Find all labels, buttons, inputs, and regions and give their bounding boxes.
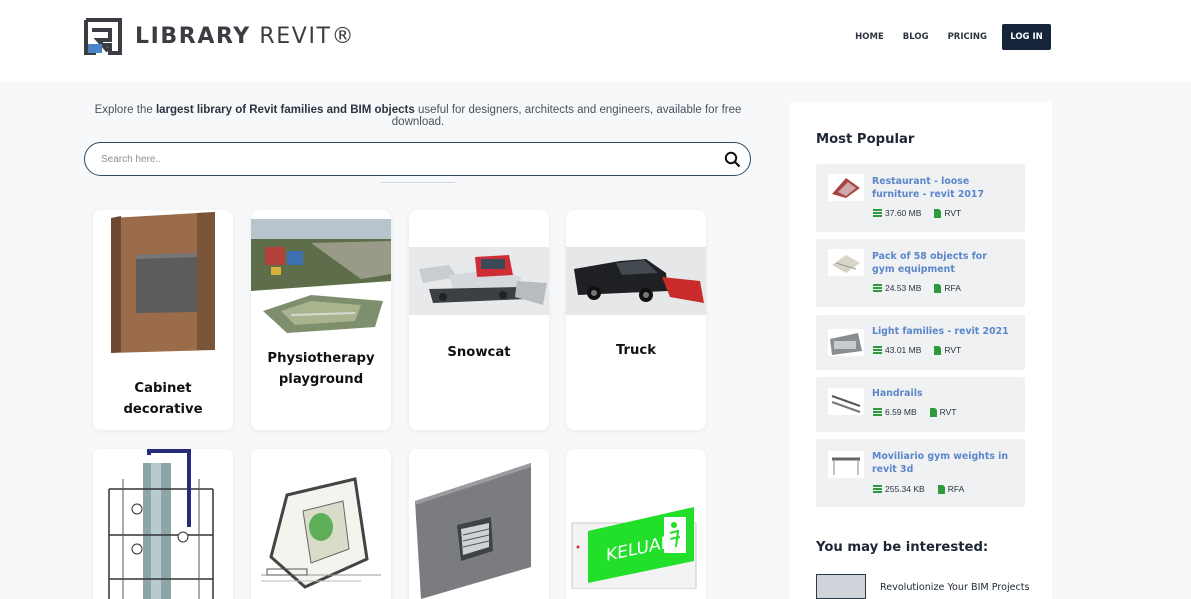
popular-item[interactable]: Moviliario gym weights in revit 3d 255.3…	[816, 439, 1025, 507]
card-title: Cabinet decorative	[123, 381, 203, 417]
most-popular-heading: Most Popular	[816, 132, 915, 147]
nav-blog-link[interactable]: BLOG	[903, 32, 929, 42]
popular-item-title[interactable]: Handrails	[872, 388, 1012, 401]
file-icon	[937, 484, 945, 494]
file-type: RFA	[944, 283, 961, 293]
file-type: RVT	[944, 345, 962, 355]
file-size: 37.60 MB	[885, 208, 922, 218]
site-header: LIBRARY REVIT® HOME BLOG PRICING LOG IN	[0, 0, 1191, 82]
main-nav: HOME BLOG PRICING LOG IN	[836, 24, 1051, 50]
search-icon[interactable]	[724, 151, 741, 168]
search-divider	[380, 182, 455, 183]
product-card-site-plan[interactable]	[251, 449, 391, 599]
product-card-ventilation-grille[interactable]	[409, 449, 549, 599]
product-card-cabinet-decorative[interactable]: Cabinet decorative	[93, 210, 233, 430]
intro-text: Explore the largest library of Revit fam…	[94, 104, 742, 128]
popular-item-meta: 255.34 KB RFA	[873, 484, 964, 494]
file-type: RVT	[944, 208, 962, 218]
card-title: Truck	[615, 343, 657, 358]
interest-thumbnail[interactable]	[816, 574, 866, 599]
popular-item[interactable]: Handrails 6.59 MB RVT	[816, 377, 1025, 432]
file-icon	[929, 407, 937, 417]
file-type: RFA	[947, 484, 965, 494]
file-icon	[934, 283, 942, 293]
file-size: 43.01 MB	[885, 345, 922, 355]
database-icon	[873, 408, 882, 416]
logo-mark-icon	[84, 18, 122, 55]
popular-item[interactable]: Pack of 58 objects for gym equipment 24.…	[816, 239, 1025, 307]
popular-thumbnail	[828, 174, 864, 201]
product-card-exit-sign[interactable]: KELUAR	[566, 449, 706, 599]
database-icon	[873, 284, 882, 292]
file-size: 255.34 KB	[885, 484, 925, 494]
sidebar: Most Popular Restaurant - loose furnitur…	[790, 102, 1052, 599]
database-icon	[873, 346, 882, 354]
search-bar	[84, 142, 751, 176]
popular-thumbnail	[828, 451, 864, 478]
popular-item-meta: 43.01 MB RVT	[873, 345, 961, 355]
popular-item-title[interactable]: Light families - revit 2021	[872, 326, 1012, 339]
snowcat-thumbnail	[409, 247, 549, 315]
file-size: 6.59 MB	[885, 407, 917, 417]
popular-thumbnail	[828, 329, 864, 356]
popular-thumbnail	[828, 388, 864, 415]
product-card-physiotherapy-playground[interactable]: Physiotherapy playground	[251, 210, 391, 430]
product-card-tower[interactable]	[93, 449, 233, 599]
search-input[interactable]	[101, 151, 701, 167]
popular-item-title[interactable]: Restaurant - loose furniture - revit 201…	[872, 176, 1012, 201]
database-icon	[873, 485, 882, 493]
interest-heading: You may be interested:	[816, 540, 989, 555]
logo-text: LIBRARY REVIT®	[135, 24, 356, 49]
playground-thumbnail	[251, 219, 391, 333]
file-size: 24.53 MB	[885, 283, 922, 293]
nav-home-link[interactable]: HOME	[855, 32, 884, 42]
file-icon	[934, 208, 942, 218]
file-type: RVT	[939, 407, 957, 417]
site-plan-thumbnail	[261, 477, 381, 589]
popular-item[interactable]: Restaurant - loose furniture - revit 201…	[816, 164, 1025, 232]
interest-item-title[interactable]: Revolutionize Your BIM Projects	[880, 582, 1030, 593]
popular-item-meta: 6.59 MB RVT	[873, 407, 957, 417]
popular-item-meta: 37.60 MB RVT	[873, 208, 961, 218]
popular-item-title[interactable]: Pack of 58 objects for gym equipment	[872, 251, 1012, 276]
card-title: Physiotherapy playground	[267, 351, 375, 387]
cabinet-thumbnail	[111, 212, 215, 353]
nav-pricing-link[interactable]: PRICING	[948, 32, 987, 42]
file-icon	[934, 345, 942, 355]
truck-thumbnail	[566, 247, 706, 315]
site-logo[interactable]: LIBRARY REVIT®	[84, 18, 355, 55]
popular-item-meta: 24.53 MB RFA	[873, 283, 961, 293]
popular-thumbnail	[828, 249, 864, 276]
popular-item-title[interactable]: Moviliario gym weights in revit 3d	[872, 451, 1012, 476]
popular-item[interactable]: Light families - revit 2021 43.01 MB RVT	[816, 315, 1025, 370]
database-icon	[873, 209, 882, 217]
product-card-snowcat[interactable]: Snowcat	[409, 210, 549, 430]
product-card-truck[interactable]: Truck	[566, 210, 706, 430]
card-title: Snowcat	[447, 345, 511, 360]
tower-thumbnail	[108, 449, 214, 599]
grille-thumbnail	[415, 463, 531, 599]
login-button[interactable]: LOG IN	[1002, 24, 1051, 50]
